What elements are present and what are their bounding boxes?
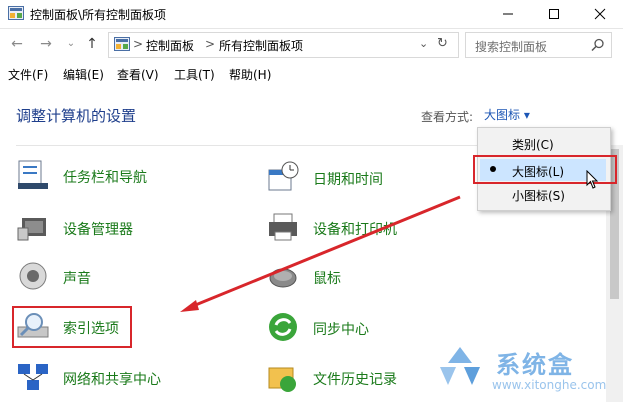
- cursor-icon: [586, 170, 599, 189]
- annotation-arrow: [180, 195, 461, 312]
- watermark-url: www.xitonghe.com: [492, 378, 607, 392]
- watermark: 系统盒 www.xitonghe.com: [428, 343, 618, 399]
- watermark-logo-icon: [440, 347, 480, 385]
- watermark-name: 系统盒: [496, 351, 574, 379]
